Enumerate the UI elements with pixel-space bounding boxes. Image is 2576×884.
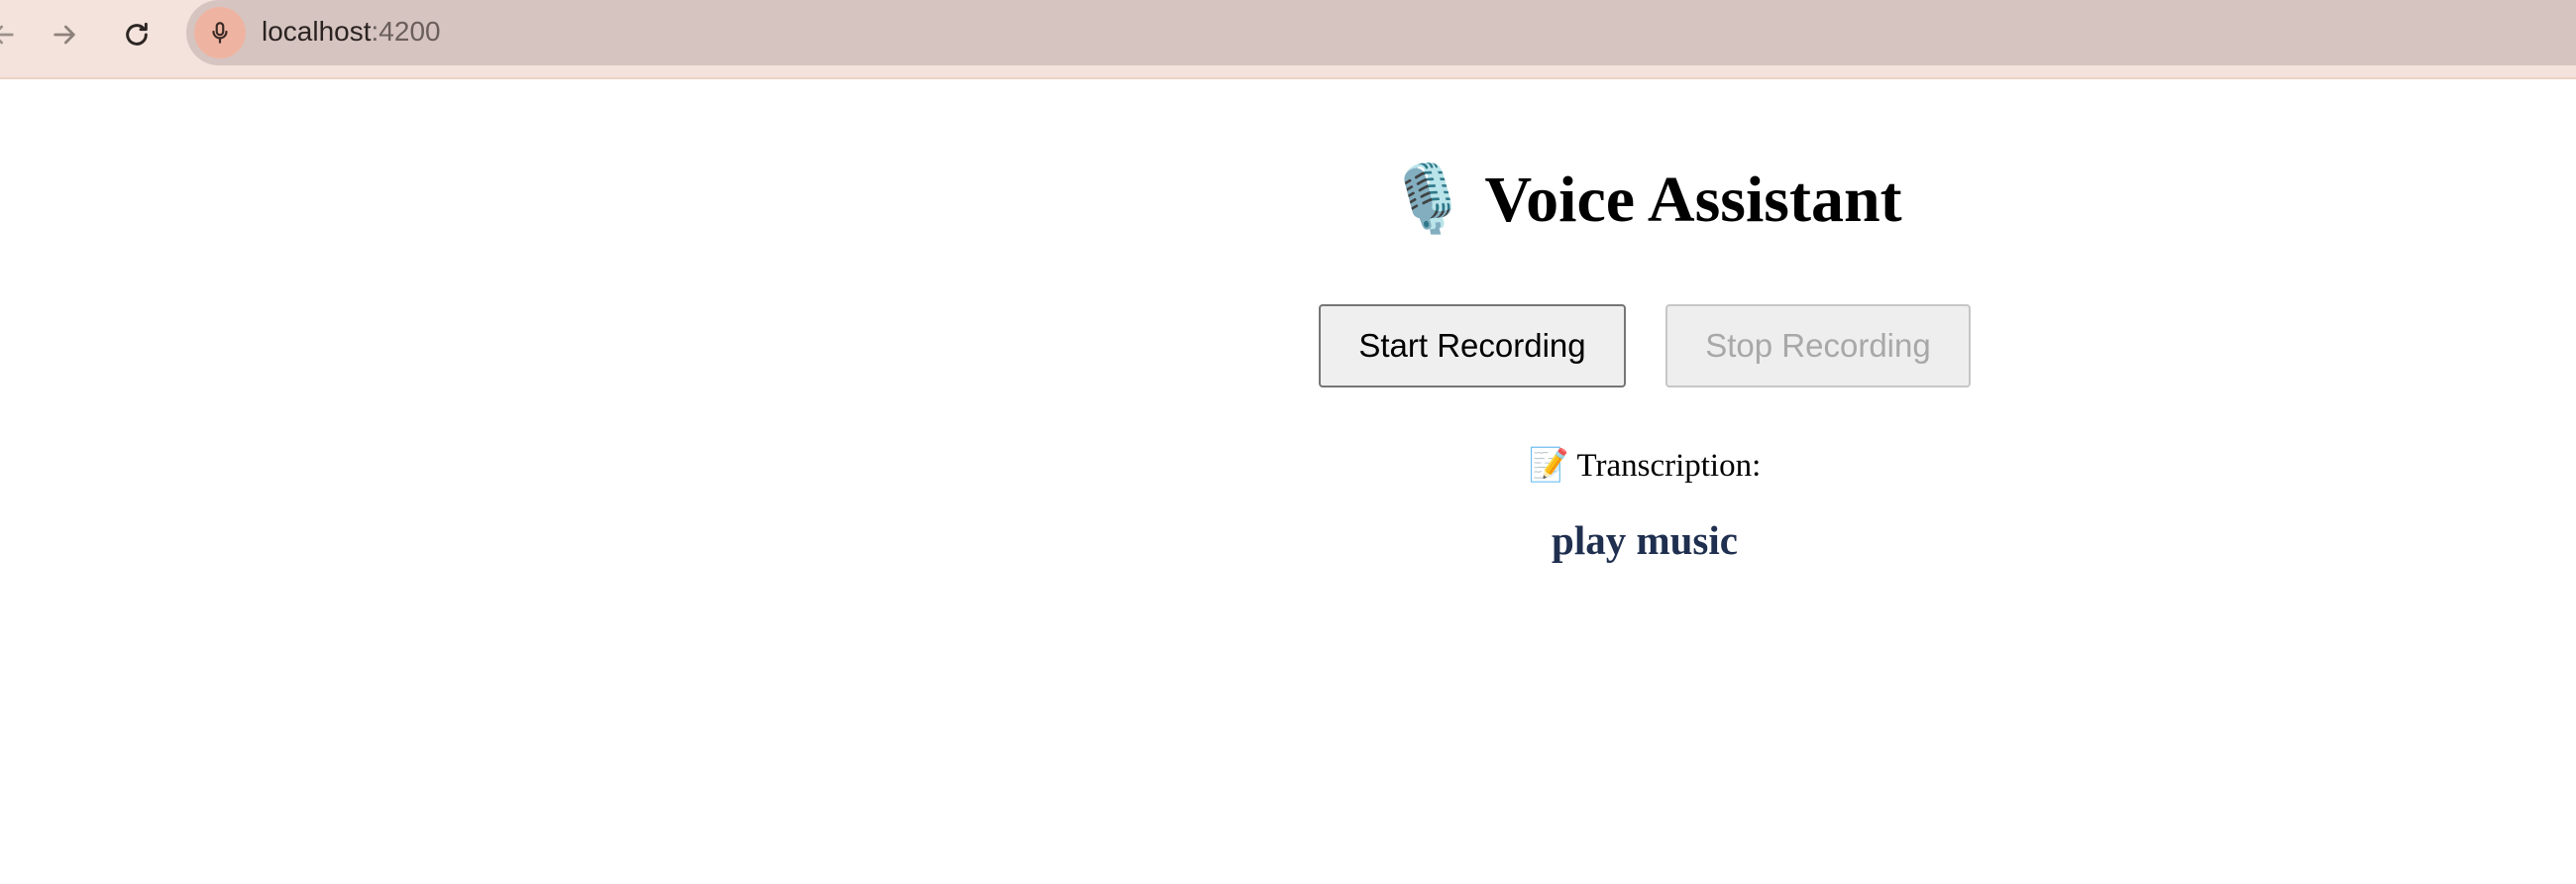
arrow-right-icon	[54, 25, 75, 45]
url-host: localhost	[262, 16, 372, 47]
transcription-label: 📝 Transcription:	[0, 446, 2576, 486]
arrow-left-icon	[0, 25, 14, 45]
forward-button[interactable]	[40, 10, 89, 59]
page-title: 🎙️ Voice Assistant	[0, 159, 2576, 242]
browser-toolbar: localhost:4200	[0, 0, 2576, 79]
url-port: :4200	[371, 16, 441, 47]
back-button[interactable]	[0, 10, 28, 59]
transcription-label-text: Transcription:	[1576, 448, 1762, 484]
reload-icon	[126, 22, 148, 46]
address-bar[interactable]: localhost:4200	[186, 0, 2576, 65]
stop-recording-button[interactable]: Stop Recording	[1665, 304, 1971, 387]
memo-icon: 📝	[1528, 448, 1569, 484]
transcription-text: play music	[1552, 517, 1738, 563]
microphone-icon: 🎙️	[1387, 164, 1469, 236]
page-content: 🎙️ Voice Assistant Start Recording Stop R…	[0, 79, 2576, 884]
microphone-icon	[212, 22, 228, 44]
url-text: localhost:4200	[262, 14, 441, 50]
page-title-text: Voice Assistant	[1484, 164, 1902, 236]
start-recording-button[interactable]: Start Recording	[1319, 304, 1626, 387]
reload-button[interactable]	[112, 10, 161, 59]
mic-indicator[interactable]	[194, 7, 246, 58]
